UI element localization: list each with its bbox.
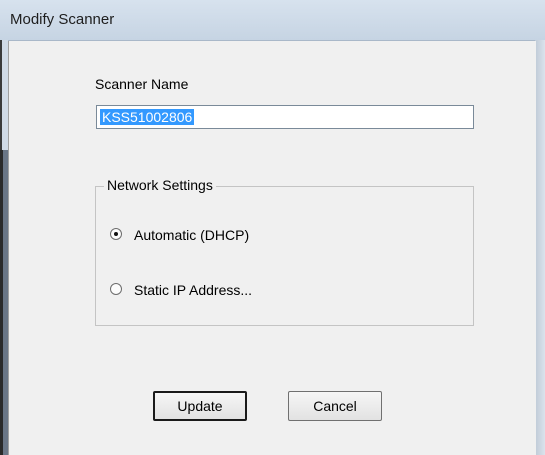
window-right-border [535,40,545,455]
dialog-title: Modify Scanner [10,11,115,28]
scanner-name-input[interactable]: KSS51002806 [96,105,474,129]
radio-automatic-dhcp-label[interactable]: Automatic (DHCP) [134,227,249,243]
network-settings-legend: Network Settings [104,177,216,193]
dialog-body: Scanner Name KSS51002806 Network Setting… [8,41,536,455]
update-button[interactable]: Update [153,391,247,421]
scanner-name-label: Scanner Name [95,76,189,92]
radio-selected-dot [114,232,118,236]
window-left-border-shadow [0,150,8,455]
cancel-button[interactable]: Cancel [288,391,382,421]
radio-button-unselected[interactable] [110,283,122,295]
radio-button-selected[interactable] [110,228,122,240]
title-bar[interactable]: Modify Scanner [0,0,545,41]
modify-scanner-dialog: Modify Scanner Scanner Name KSS51002806 … [0,0,545,455]
scanner-name-value: KSS51002806 [100,109,195,125]
network-settings-group: Network Settings Automatic (DHCP) Static… [95,177,474,326]
radio-static-ip-label[interactable]: Static IP Address... [134,282,252,298]
